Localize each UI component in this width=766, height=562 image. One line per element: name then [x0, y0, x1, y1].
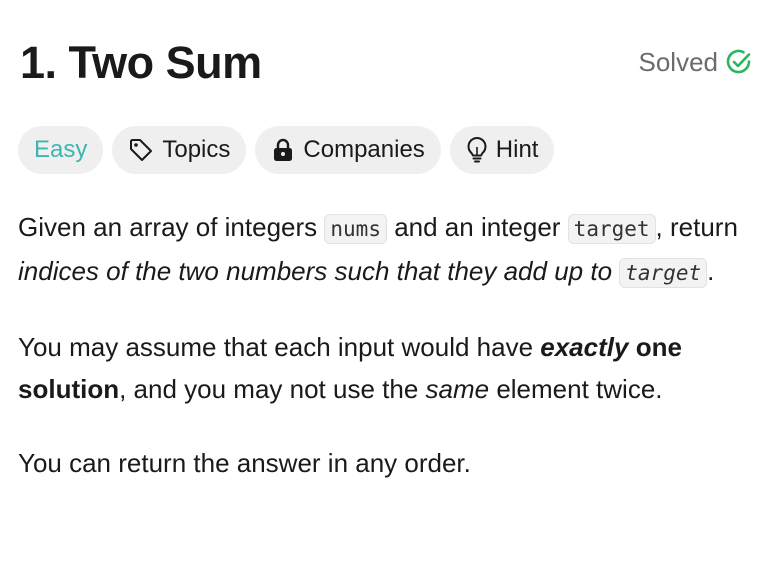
text	[628, 332, 635, 362]
emphasis-text: same	[425, 374, 490, 404]
text: You may assume that each input would hav…	[18, 332, 541, 362]
companies-label: Companies	[303, 136, 425, 163]
difficulty-badge: Easy	[18, 126, 104, 174]
text: and an integer	[386, 212, 568, 242]
bold-italic-text: exactly	[540, 332, 628, 362]
emphasis-text: indices of the two numbers such that the…	[18, 256, 613, 286]
inline-code-target: target	[567, 214, 656, 244]
inline-code-target-italic: target	[619, 258, 708, 288]
difficulty-label: Easy	[34, 136, 88, 163]
inline-code-nums: nums	[324, 214, 387, 244]
topics-label: Topics	[162, 136, 231, 163]
bold-italic-exactly: exactly	[540, 332, 629, 362]
text: element twice.	[489, 374, 663, 404]
text: , and you may not use the	[119, 374, 426, 404]
solved-label: Solved	[638, 47, 719, 77]
description-paragraph-3: You can return the answer in any order.	[18, 448, 471, 478]
tag-bar: Easy Topics Companies Hint	[18, 126, 555, 174]
hint-label: Hint	[495, 136, 539, 163]
solved-status: Solved	[639, 44, 753, 80]
hint-button[interactable]: Hint	[449, 126, 555, 174]
topics-button[interactable]: Topics	[112, 126, 247, 174]
companies-button[interactable]: Companies	[255, 126, 441, 174]
description-paragraph-1: Given an array of integers nums and an i…	[18, 206, 758, 294]
text: , return	[655, 212, 738, 242]
lock-icon	[271, 137, 295, 163]
problem-description: Given an array of integers nums and an i…	[18, 206, 758, 516]
description-paragraph-2: You may assume that each input would hav…	[18, 326, 758, 410]
text: .	[707, 256, 715, 286]
lightbulb-icon	[466, 136, 488, 164]
problem-title: 1. Two Sum	[20, 37, 262, 88]
text: Given an array of integers	[18, 212, 325, 242]
solved-check-icon	[726, 49, 752, 75]
tag-icon	[128, 137, 154, 163]
